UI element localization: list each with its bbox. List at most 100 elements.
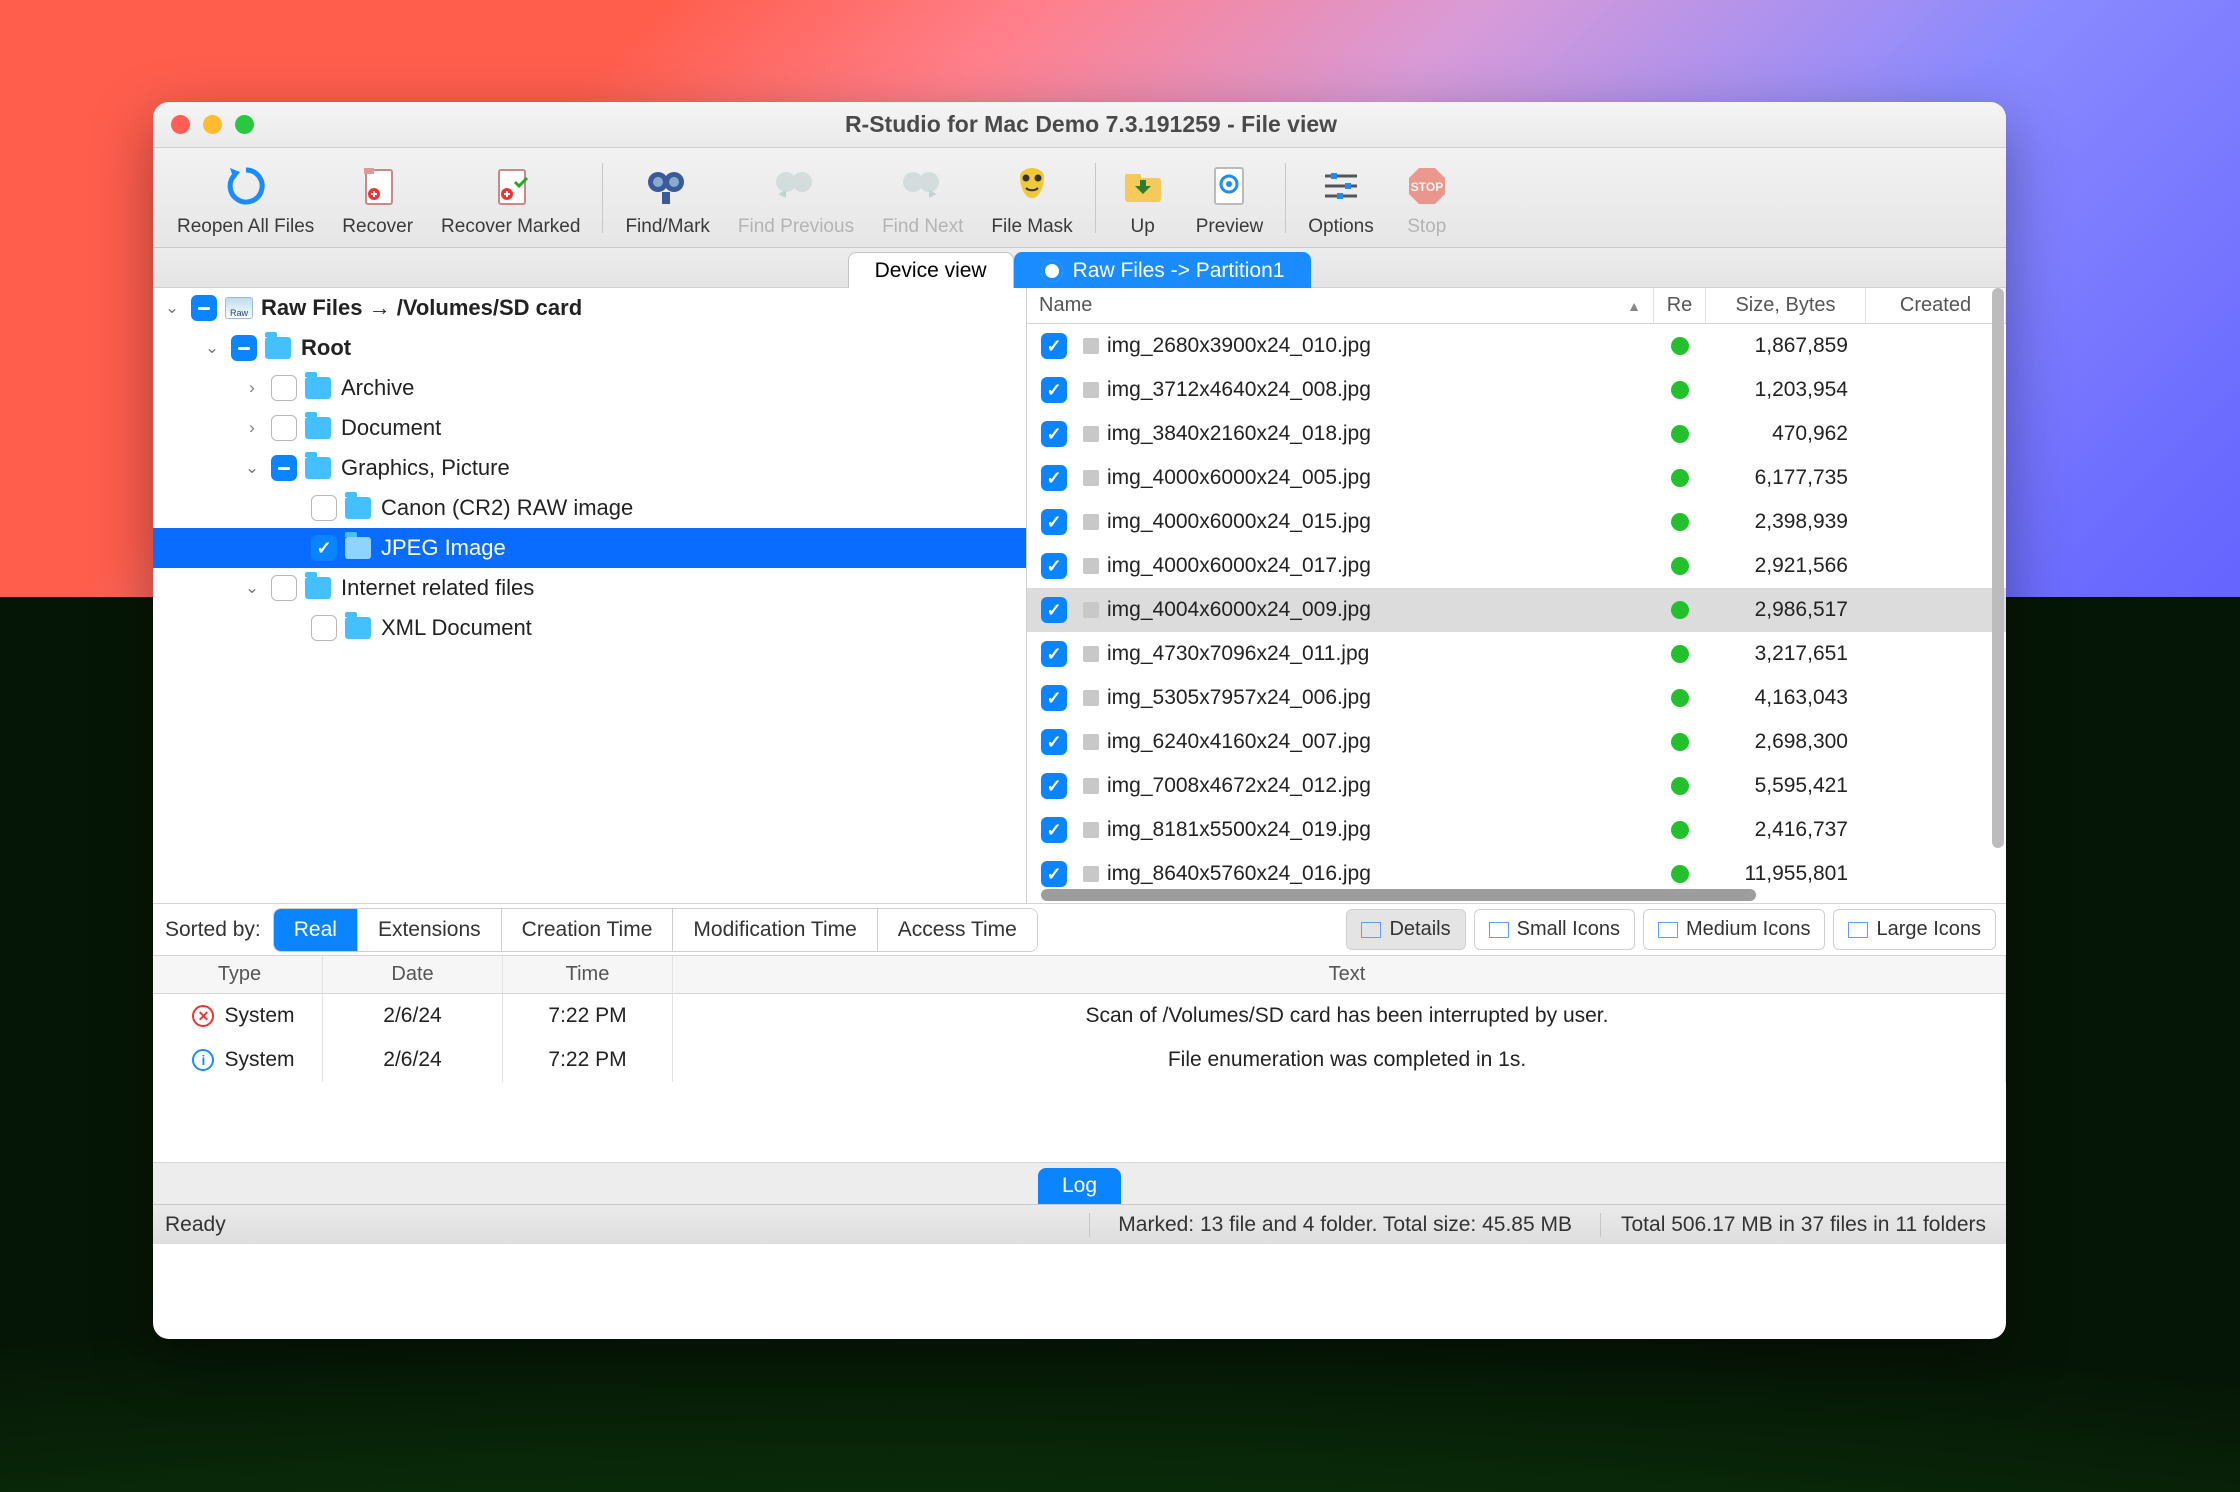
folder-tree[interactable]: ⌄RawRaw Files → /Volumes/SD card⌄Root›Ar… [153,288,1027,903]
tree-item[interactable]: ›Archive [153,368,1026,408]
minimize-icon[interactable] [203,115,222,134]
log-col-date[interactable]: Date [323,956,503,993]
checkbox[interactable] [271,375,297,401]
col-label: Name [1039,294,1092,317]
file-rows[interactable]: img_2680x3900x24_010.jpg1,867,859img_371… [1027,324,2006,903]
tree-item[interactable]: ⌄Root [153,328,1026,368]
close-icon[interactable] [171,115,190,134]
checkbox-checked[interactable] [1041,773,1067,799]
view-details-button[interactable]: Details [1346,909,1465,950]
checkbox-checked[interactable] [1041,817,1067,843]
sort-access-time-button[interactable]: Access Time [878,909,1037,951]
tree-label: JPEG Image [381,535,506,561]
checkbox[interactable] [271,415,297,441]
file-row[interactable]: img_4000x6000x24_015.jpg2,398,939 [1027,500,2006,544]
chevron-down-icon[interactable]: ⌄ [241,458,263,478]
file-row[interactable]: img_3712x4640x24_008.jpg1,203,954 [1027,368,2006,412]
toolbar-options-button[interactable]: Options [1294,154,1387,242]
file-row[interactable]: img_4004x6000x24_009.jpg2,986,517 [1027,588,2006,632]
tree-item[interactable]: JPEG Image [153,528,1026,568]
checkbox-checked[interactable] [1041,377,1067,403]
sort-extensions-button[interactable]: Extensions [358,909,502,951]
checkbox[interactable] [231,335,257,361]
checkbox-mixed[interactable] [191,295,217,321]
checkbox-checked[interactable] [1041,553,1067,579]
file-row[interactable]: img_3840x2160x24_018.jpg470,962 [1027,412,2006,456]
tree-item[interactable]: ⌄Graphics, Picture [153,448,1026,488]
view-large-icons-button[interactable]: Large Icons [1833,909,1996,950]
tab-device-view[interactable]: Device view [848,252,1014,288]
file-size: 1,867,859 [1706,334,1866,358]
info-icon: i [192,1049,214,1071]
checkbox-checked[interactable] [1041,421,1067,447]
file-row[interactable]: img_6240x4160x24_007.jpg2,698,300 [1027,720,2006,764]
file-row[interactable]: img_8181x5500x24_019.jpg2,416,737 [1027,808,2006,852]
toolbar-find-mark-button[interactable]: Find/Mark [611,154,723,242]
checkbox-checked[interactable] [1041,333,1067,359]
tree-item[interactable]: ›Document [153,408,1026,448]
tab-log[interactable]: Log [1038,1168,1121,1204]
chevron-down-icon[interactable]: ⌄ [241,578,263,598]
app-window: R-Studio for Mac Demo 7.3.191259 - File … [153,102,2006,1339]
chevron-right-icon[interactable]: › [241,418,263,438]
toolbar-preview-button[interactable]: Preview [1182,154,1278,242]
preview-icon [1205,162,1253,210]
file-size: 470,962 [1706,422,1866,446]
col-size[interactable]: Size, Bytes [1706,288,1866,323]
sort-real-button[interactable]: Real [274,909,358,951]
log-col-type[interactable]: Type [153,956,323,993]
toolbar-recover-marked-button[interactable]: Recover Marked [427,154,594,242]
file-row[interactable]: img_4000x6000x24_017.jpg2,921,566 [1027,544,2006,588]
checkbox-checked[interactable] [1041,729,1067,755]
toolbar-file-mask-button[interactable]: File Mask [977,154,1086,242]
tab-raw-files[interactable]: Raw Files -> Partition1 [1014,252,1312,288]
folder-icon [305,457,331,479]
checkbox-checked[interactable] [1041,641,1067,667]
chevron-right-icon[interactable]: › [241,378,263,398]
view-small-icons-button[interactable]: Small Icons [1474,909,1635,950]
checkbox-checked[interactable] [1041,597,1067,623]
window-title: R-Studio for Mac Demo 7.3.191259 - File … [254,111,1928,138]
tree-root[interactable]: ⌄RawRaw Files → /Volumes/SD card [153,288,1026,328]
checkbox[interactable] [271,455,297,481]
sort-creation-time-button[interactable]: Creation Time [502,909,674,951]
file-name: img_6240x4160x24_007.jpg [1107,730,1654,754]
recoverable-indicator [1654,513,1706,531]
file-row[interactable]: img_5305x7957x24_006.jpg4,163,043 [1027,676,2006,720]
vertical-scrollbar[interactable] [1992,288,2004,848]
horizontal-scrollbar[interactable] [1041,889,1756,901]
checkbox-checked[interactable] [1041,685,1067,711]
checkbox-checked[interactable] [1041,509,1067,535]
checkbox[interactable] [311,495,337,521]
file-row[interactable]: img_7008x4672x24_012.jpg5,595,421 [1027,764,2006,808]
toolbar-up-button[interactable]: Up [1104,154,1182,242]
find-next-icon [899,162,947,210]
status-dot-icon [1671,777,1689,795]
file-row[interactable]: img_2680x3900x24_010.jpg1,867,859 [1027,324,2006,368]
log-col-time[interactable]: Time [503,956,673,993]
checkbox[interactable] [311,535,337,561]
log-row[interactable]: iSystem2/6/247:22 PMFile enumeration was… [153,1038,2006,1082]
checkbox[interactable] [271,575,297,601]
sort-modification-time-button[interactable]: Modification Time [673,909,877,951]
maximize-icon[interactable] [235,115,254,134]
file-row[interactable]: img_4730x7096x24_011.jpg3,217,651 [1027,632,2006,676]
checkbox-checked[interactable] [1041,861,1067,887]
col-created[interactable]: Created [1866,288,2006,323]
tree-item[interactable]: Canon (CR2) RAW image [153,488,1026,528]
view-medium-icons-button[interactable]: Medium Icons [1643,909,1826,950]
toolbar-reopen-button[interactable]: Reopen All Files [163,154,328,242]
col-name[interactable]: Name▲ [1027,288,1654,323]
file-row[interactable]: img_4000x6000x24_005.jpg6,177,735 [1027,456,2006,500]
toolbar-recover-button[interactable]: Recover [328,154,427,242]
file-size: 2,986,517 [1706,598,1866,622]
status-ready: Ready [153,1213,1089,1237]
tree-item[interactable]: XML Document [153,608,1026,648]
checkbox-checked[interactable] [1041,465,1067,491]
log-col-text[interactable]: Text [673,956,2006,993]
log-row[interactable]: ✕System2/6/247:22 PMScan of /Volumes/SD … [153,994,2006,1038]
chevron-down-icon[interactable]: ⌄ [201,338,223,358]
col-recoverable[interactable]: Re [1654,288,1706,323]
checkbox[interactable] [311,615,337,641]
tree-item[interactable]: ⌄Internet related files [153,568,1026,608]
